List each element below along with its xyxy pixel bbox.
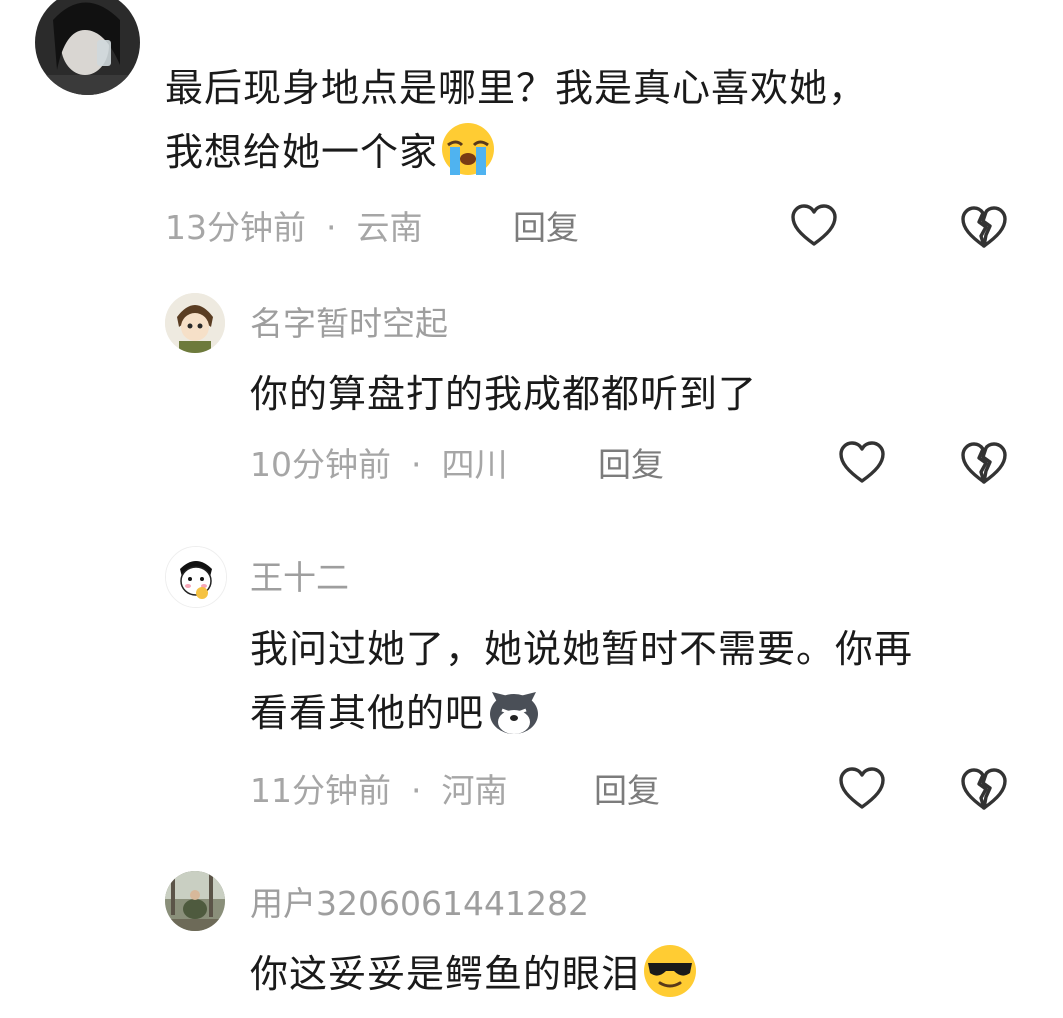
location: 四川 (441, 445, 508, 484)
sunglasses-face-emoji (642, 943, 698, 999)
reply-button[interactable]: 回复 (594, 771, 660, 811)
broken-heart-icon[interactable] (960, 204, 1008, 252)
broken-heart-icon[interactable] (960, 440, 1008, 488)
timestamp: 11分钟前 (250, 771, 391, 810)
comment-text: 你这妥妥是鳄鱼的眼泪 (250, 942, 698, 1006)
username[interactable]: 名字暂时空起 (250, 304, 448, 344)
location: 河南 (441, 771, 508, 810)
username[interactable]: 用户3206061441282 (250, 884, 589, 924)
heart-outline-icon[interactable] (838, 765, 886, 813)
heart-outline-icon[interactable] (838, 439, 886, 487)
broken-heart-icon[interactable] (960, 766, 1008, 814)
comment-meta: 10分钟前 · 四川 (250, 445, 508, 484)
username[interactable]: 王十二 (250, 558, 349, 598)
timestamp: 10分钟前 (250, 445, 391, 484)
location: 云南 (356, 208, 423, 247)
avatar[interactable] (165, 871, 225, 931)
avatar[interactable] (165, 546, 227, 608)
crying-face-emoji (440, 121, 496, 177)
heart-outline-icon[interactable] (790, 202, 838, 250)
comment-text: 你的算盘打的我成都都听到了 (250, 372, 758, 416)
avatar[interactable] (35, 0, 140, 95)
comment-text: 我问过她了，她说她暂时不需要。你再 看看其他的吧 (250, 617, 1050, 745)
avatar[interactable] (165, 293, 225, 353)
timestamp: 13分钟前 (165, 208, 306, 247)
reply-button[interactable]: 回复 (513, 208, 579, 248)
comment-meta: 13分钟前 · 云南 (165, 208, 423, 247)
comment-meta: 11分钟前 · 河南 (250, 771, 508, 810)
husky-dog-emoji (486, 682, 542, 738)
comment-text: 最后现身地点是哪里？我是真心喜欢她， 我想给她一个家 (165, 56, 1045, 184)
reply-button[interactable]: 回复 (598, 445, 664, 485)
